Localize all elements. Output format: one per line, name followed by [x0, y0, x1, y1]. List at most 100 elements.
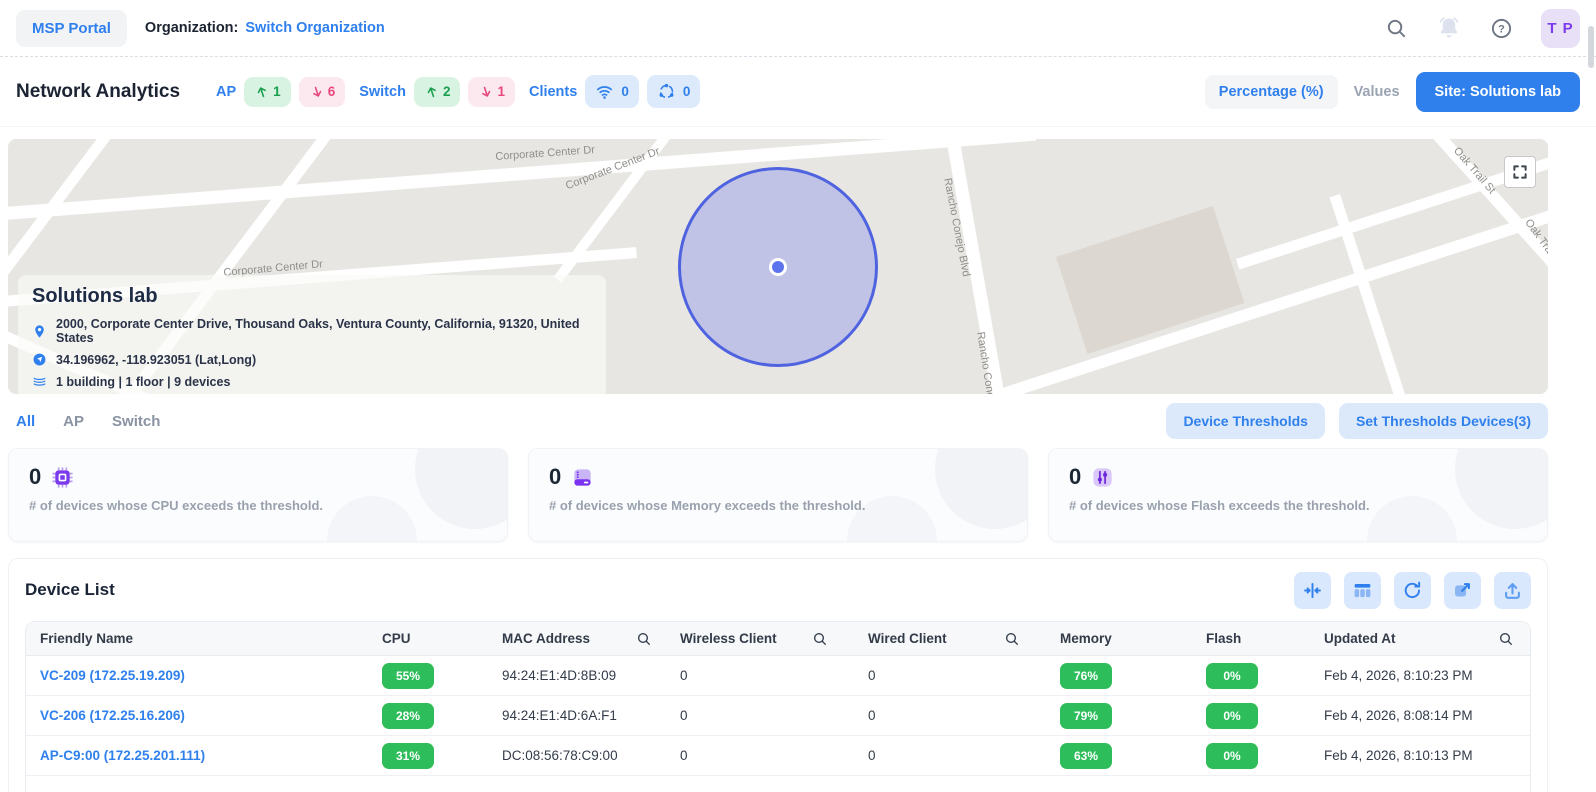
- header-actions: T P: [1385, 8, 1580, 48]
- site-summary-line: 1 building | 1 floor | 9 devices: [32, 374, 592, 389]
- column-wired-client[interactable]: Wired Client: [868, 631, 1060, 647]
- cpu-usage-badge: 55%: [382, 662, 434, 689]
- flash-sliders-icon: [1091, 466, 1114, 489]
- table-row: AP-C9:00 (172.25.201.111) 31% DC:08:56:7…: [26, 736, 1530, 776]
- wireless-clients-badge[interactable]: 0: [585, 75, 639, 108]
- site-radius-circle[interactable]: [678, 167, 878, 367]
- table-row: VC-206 (172.25.16.206) 28% 94:24:E1:4D:6…: [26, 696, 1530, 736]
- mesh-clients-badge[interactable]: 0: [646, 75, 701, 108]
- analytics-bar: Network Analytics AP 1 6 Switch 2 1 Clie…: [0, 57, 1596, 127]
- column-memory[interactable]: Memory: [1060, 631, 1206, 646]
- avatar[interactable]: T P: [1541, 8, 1580, 48]
- switch-label[interactable]: Switch: [359, 84, 406, 100]
- column-search-icon[interactable]: [636, 631, 652, 647]
- column-cpu[interactable]: CPU: [382, 631, 502, 646]
- table-header-row: Friendly Name CPU MAC Address Wireless C…: [26, 622, 1530, 656]
- layers-icon: [32, 374, 47, 389]
- trend-down-icon: [309, 84, 325, 100]
- wireless-client-cell: 0: [680, 708, 688, 723]
- trend-up-icon: [424, 84, 440, 100]
- manage-columns-button[interactable]: [1344, 571, 1381, 609]
- trend-down-icon: [478, 84, 494, 100]
- flash-threshold-description: # of devices whose Flash exceeds the thr…: [1069, 498, 1370, 513]
- wired-client-cell: 0: [868, 708, 876, 723]
- switch-up-badge[interactable]: 2: [413, 76, 461, 107]
- map-building: [1056, 206, 1245, 355]
- help-icon[interactable]: [1490, 17, 1513, 40]
- tab-switch[interactable]: Switch: [112, 413, 160, 430]
- wired-client-cell: 0: [868, 668, 876, 683]
- updated-at-cell: Feb 4, 2026, 8:10:23 PM: [1324, 668, 1473, 683]
- device-table: Friendly Name CPU MAC Address Wireless C…: [25, 621, 1531, 792]
- wireless-client-cell: 0: [680, 668, 688, 683]
- device-filter-tabs: All AP Switch Device Thresholds Set Thre…: [16, 403, 1548, 439]
- table-row-partial: [26, 776, 1530, 792]
- column-friendly-name[interactable]: Friendly Name: [26, 631, 382, 646]
- device-link[interactable]: AP-C9:00 (172.25.201.111): [40, 748, 205, 763]
- memory-usage-badge: 79%: [1060, 702, 1112, 729]
- column-wireless-client[interactable]: Wireless Client: [680, 631, 868, 647]
- cpu-threshold-card: 0 # of devices whose CPU exceeds the thr…: [8, 448, 508, 542]
- export-button[interactable]: [1494, 571, 1531, 609]
- device-link[interactable]: VC-209 (172.25.19.209): [40, 668, 185, 683]
- analytics-bar-actions: Percentage (%) Values Site: Solutions la…: [1204, 71, 1580, 112]
- trend-up-icon: [254, 84, 270, 100]
- device-list-title: Device List: [25, 580, 115, 599]
- compress-columns-button[interactable]: [1294, 571, 1331, 609]
- upload-icon: [1502, 580, 1523, 601]
- map-fullscreen-button[interactable]: [1504, 156, 1536, 188]
- values-toggle[interactable]: Values: [1354, 84, 1400, 100]
- search-icon[interactable]: [1385, 17, 1408, 40]
- device-thresholds-button[interactable]: Device Thresholds: [1166, 403, 1325, 439]
- cpu-threshold-count: 0: [29, 464, 42, 489]
- location-pin-icon: [32, 324, 47, 339]
- column-search-icon[interactable]: [1004, 631, 1020, 647]
- table-row: VC-209 (172.25.19.209) 55% 94:24:E1:4D:8…: [26, 656, 1530, 696]
- percentage-toggle[interactable]: Percentage (%): [1204, 74, 1338, 109]
- clients-stats: Clients 0 0: [529, 75, 701, 108]
- tab-all[interactable]: All: [16, 413, 35, 430]
- open-external-button[interactable]: [1444, 571, 1481, 609]
- fullscreen-icon: [1511, 163, 1529, 181]
- columns-icon: [1352, 580, 1373, 601]
- cpu-usage-badge: 31%: [382, 742, 434, 769]
- notifications-bell-icon[interactable]: [1436, 15, 1462, 41]
- switch-down-badge[interactable]: 1: [468, 76, 515, 107]
- scrollbar-thumb[interactable]: [1588, 26, 1594, 68]
- tab-ap[interactable]: AP: [63, 413, 84, 430]
- ap-down-badge[interactable]: 6: [298, 76, 346, 107]
- mac-address-cell: DC:08:56:78:C9:00: [502, 748, 618, 763]
- clients-label[interactable]: Clients: [529, 84, 577, 100]
- ap-up-badge[interactable]: 1: [244, 76, 291, 107]
- refresh-icon: [1402, 580, 1423, 601]
- updated-at-cell: Feb 4, 2026, 8:08:14 PM: [1324, 708, 1473, 723]
- wifi-icon: [595, 82, 614, 101]
- memory-threshold-description: # of devices whose Memory exceeds the th…: [549, 498, 866, 513]
- set-thresholds-button[interactable]: Set Thresholds Devices(3): [1338, 403, 1548, 439]
- organization-link[interactable]: Switch Organization: [245, 20, 384, 36]
- memory-threshold-card: 0 # of devices whose Memory exceeds the …: [528, 448, 1028, 542]
- mac-address-cell: 94:24:E1:4D:6A:F1: [502, 708, 617, 723]
- site-selector-button[interactable]: Site: Solutions lab: [1415, 71, 1580, 112]
- site-map[interactable]: Corporate Center Dr Corporate Center Dr …: [8, 139, 1548, 394]
- column-updated-at[interactable]: Updated At: [1324, 631, 1530, 647]
- column-mac-address[interactable]: MAC Address: [502, 631, 680, 647]
- compass-icon: [32, 352, 47, 367]
- column-search-icon[interactable]: [1498, 631, 1514, 647]
- site-marker[interactable]: [769, 258, 787, 276]
- mesh-icon: [657, 82, 676, 101]
- msp-portal-badge[interactable]: MSP Portal: [16, 9, 127, 47]
- page-title: Network Analytics: [16, 80, 181, 102]
- ap-label[interactable]: AP: [216, 84, 236, 100]
- site-name: Solutions lab: [32, 285, 158, 307]
- threshold-stat-cards: 0 # of devices whose CPU exceeds the thr…: [8, 448, 1548, 542]
- column-flash[interactable]: Flash: [1206, 631, 1324, 646]
- refresh-button[interactable]: [1394, 571, 1431, 609]
- cpu-chip-icon: [51, 466, 74, 489]
- flash-usage-badge: 0%: [1206, 742, 1258, 769]
- cpu-usage-badge: 28%: [382, 702, 434, 729]
- device-link[interactable]: VC-206 (172.25.16.206): [40, 708, 185, 723]
- ap-stats: AP 1 6: [216, 76, 346, 107]
- flash-threshold-count: 0: [1069, 464, 1082, 489]
- column-search-icon[interactable]: [812, 631, 828, 647]
